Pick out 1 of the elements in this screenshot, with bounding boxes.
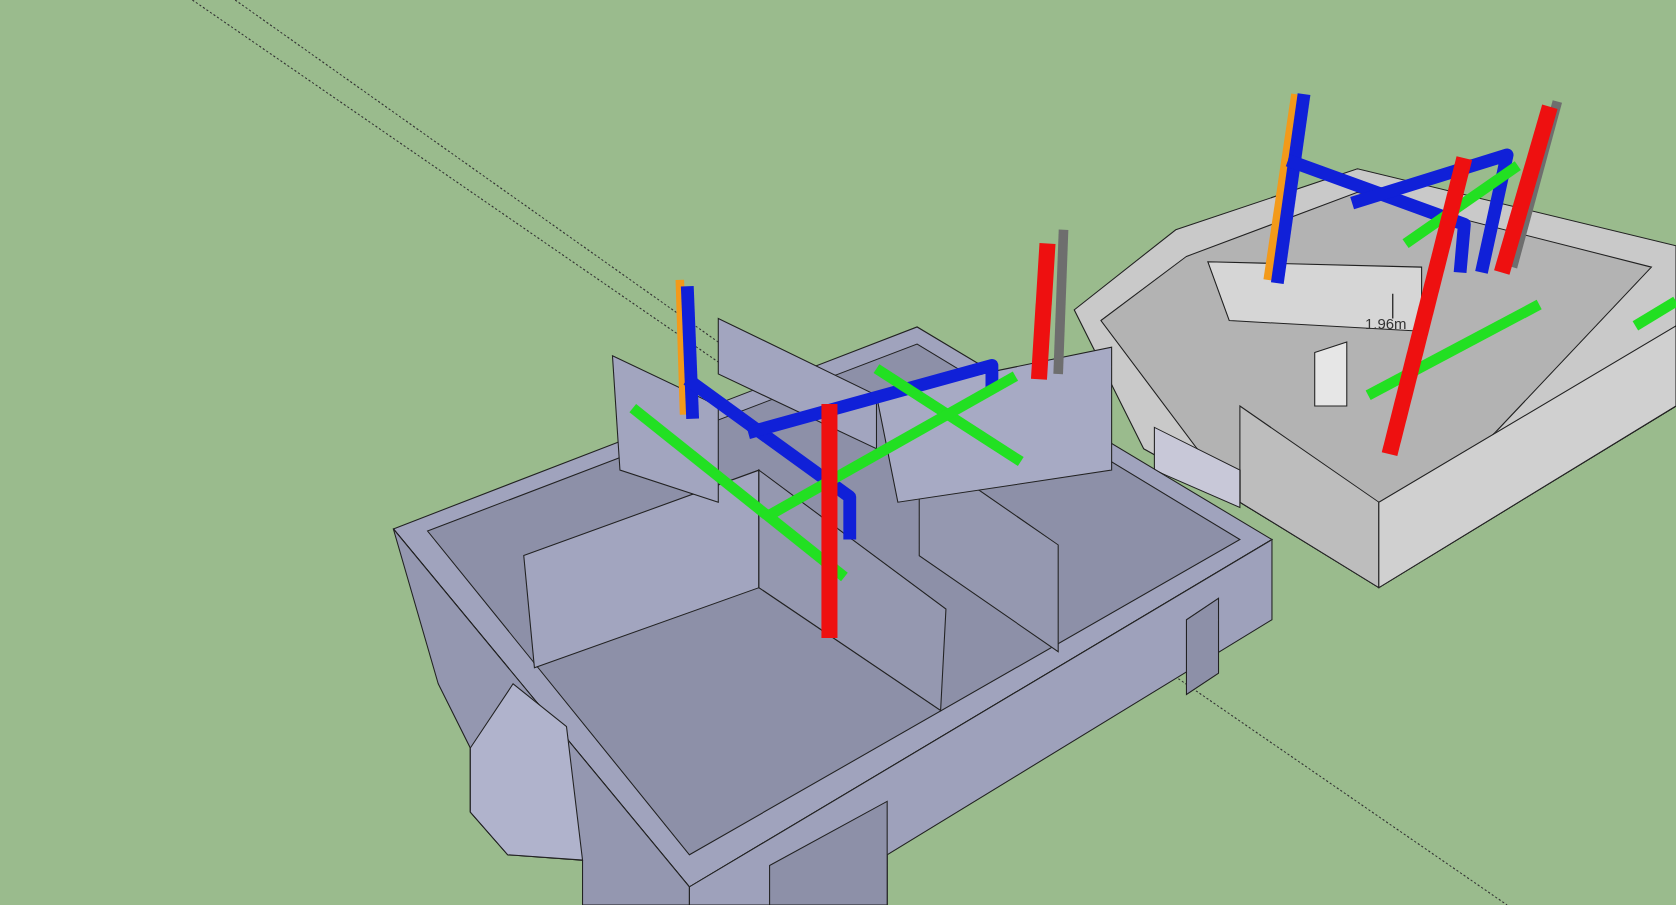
dimension-label: 1.96m (1364, 315, 1407, 333)
